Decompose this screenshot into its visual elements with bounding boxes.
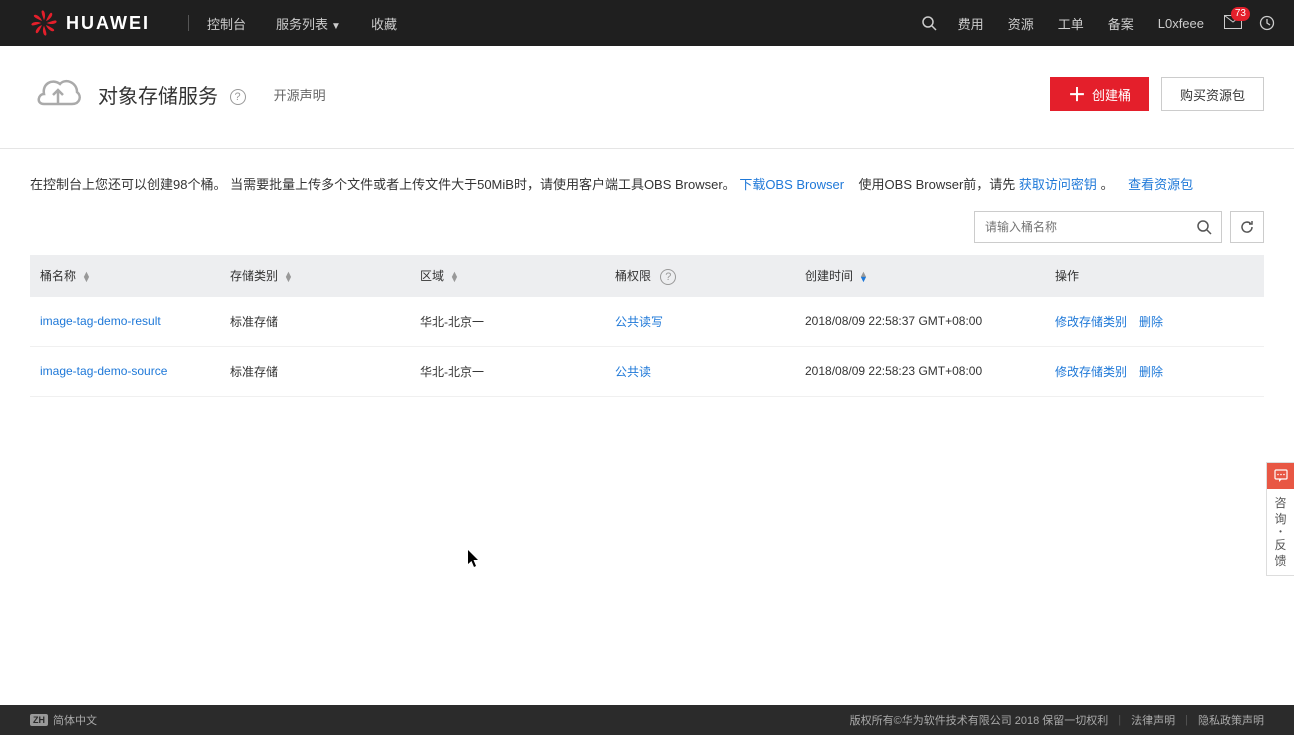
modify-class-link[interactable]: 修改存储类别 bbox=[1055, 315, 1127, 329]
cell-class: 标准存储 bbox=[220, 346, 410, 396]
nav-beian[interactable]: 备案 bbox=[1108, 14, 1134, 33]
nav-services[interactable]: 服务列表▼ bbox=[276, 14, 341, 33]
cell-class: 标准存储 bbox=[220, 297, 410, 347]
top-header: HUAWEI 控制台 服务列表▼ 收藏 费用 资源 工单 备案 L0xfeee … bbox=[0, 0, 1294, 46]
nav-user[interactable]: L0xfeee bbox=[1158, 16, 1204, 31]
nav-resource[interactable]: 资源 bbox=[1008, 14, 1034, 33]
lang-badge: ZH bbox=[30, 714, 48, 726]
search-icon bbox=[1196, 219, 1212, 235]
huawei-logo-icon bbox=[30, 9, 58, 37]
table-row: image-tag-demo-source 标准存储 华北-北京一 公共读 20… bbox=[30, 346, 1264, 396]
refresh-icon bbox=[1239, 219, 1255, 235]
cell-perm-link[interactable]: 公共读写 bbox=[615, 315, 663, 329]
feedback-icon bbox=[1267, 463, 1294, 489]
page-header: 对象存储服务 ? 开源声明 ＋ 创建桶 购买资源包 bbox=[0, 46, 1294, 149]
open-source-link[interactable]: 开源声明 bbox=[274, 85, 326, 104]
footer: ZH 简体中文 版权所有©华为软件技术有限公司 2018 保留一切权利 | 法律… bbox=[0, 705, 1294, 735]
mouse-cursor-icon bbox=[468, 550, 482, 568]
col-class[interactable]: 存储类别▲▼ bbox=[220, 255, 410, 297]
cell-region: 华北-北京一 bbox=[410, 346, 605, 396]
refresh-button[interactable] bbox=[1230, 211, 1264, 243]
bucket-name-link[interactable]: image-tag-demo-source bbox=[40, 364, 167, 378]
legal-link[interactable]: 法律声明 bbox=[1131, 712, 1175, 728]
col-created[interactable]: 创建时间▲▼ bbox=[795, 255, 1045, 297]
help-icon[interactable]: ? bbox=[230, 89, 246, 105]
info-bar: 在控制台上您还可以创建98个桶。 当需要批量上传多个文件或者上传文件大于50Mi… bbox=[0, 149, 1294, 211]
col-region[interactable]: 区域▲▼ bbox=[410, 255, 605, 297]
get-access-key-link[interactable]: 获取访问密钥 bbox=[1019, 177, 1097, 192]
cell-created: 2018/08/09 22:58:23 GMT+08:00 bbox=[795, 346, 1045, 396]
nav-console[interactable]: 控制台 bbox=[207, 14, 246, 33]
col-perm: 桶权限 ? bbox=[605, 255, 795, 297]
delete-link[interactable]: 删除 bbox=[1139, 315, 1163, 329]
chevron-down-icon: ▼ bbox=[331, 21, 341, 32]
view-packages-link[interactable]: 查看资源包 bbox=[1128, 177, 1193, 192]
search-input[interactable] bbox=[975, 220, 1187, 234]
download-browser-link[interactable]: 下载OBS Browser bbox=[739, 177, 844, 192]
search-box bbox=[974, 211, 1222, 243]
side-char: 馈 bbox=[1267, 553, 1294, 569]
side-char: 咨 bbox=[1267, 495, 1294, 511]
clock-icon[interactable] bbox=[1258, 14, 1276, 32]
search-row bbox=[0, 211, 1294, 255]
info-text-2: 当需要批量上传多个文件或者上传文件大于50MiB时，请使用客户端工具OBS Br… bbox=[230, 177, 736, 192]
table-row: image-tag-demo-result 标准存储 华北-北京一 公共读写 2… bbox=[30, 297, 1264, 347]
side-dot: • bbox=[1267, 527, 1294, 537]
side-char: 询 bbox=[1267, 511, 1294, 527]
info-text-3: 使用OBS Browser前，请先 bbox=[859, 177, 1016, 192]
buy-package-button[interactable]: 购买资源包 bbox=[1161, 77, 1264, 111]
plus-icon: ＋ bbox=[1068, 81, 1086, 107]
brand-logo[interactable]: HUAWEI bbox=[30, 9, 150, 37]
mail-button[interactable]: 73 bbox=[1224, 15, 1242, 32]
bucket-table: 桶名称▲▼ 存储类别▲▼ 区域▲▼ 桶权限 ? 创建时间▲▼ 操作 image-… bbox=[0, 255, 1294, 397]
info-text-4: 。 bbox=[1101, 177, 1114, 192]
page-title: 对象存储服务 ? bbox=[98, 80, 246, 109]
info-text-1: 在控制台上您还可以创建98个桶。 bbox=[30, 177, 226, 192]
col-name[interactable]: 桶名称▲▼ bbox=[30, 255, 220, 297]
privacy-link[interactable]: 隐私政策声明 bbox=[1198, 712, 1264, 728]
divider bbox=[188, 15, 189, 31]
notification-badge: 73 bbox=[1231, 7, 1250, 21]
lang-selector[interactable]: 简体中文 bbox=[53, 712, 97, 728]
copyright: 版权所有©华为软件技术有限公司 2018 保留一切权利 bbox=[850, 712, 1109, 728]
nav-services-label: 服务列表 bbox=[276, 17, 328, 32]
brand-text: HUAWEI bbox=[66, 13, 150, 34]
cell-created: 2018/08/09 22:58:37 GMT+08:00 bbox=[795, 297, 1045, 347]
help-icon[interactable]: ? bbox=[660, 269, 676, 285]
nav-fee[interactable]: 费用 bbox=[958, 14, 984, 33]
cloud-upload-icon bbox=[30, 66, 86, 122]
nav-favorites[interactable]: 收藏 bbox=[371, 14, 397, 33]
search-icon[interactable] bbox=[920, 14, 938, 32]
bucket-name-link[interactable]: image-tag-demo-result bbox=[40, 314, 161, 328]
delete-link[interactable]: 删除 bbox=[1139, 365, 1163, 379]
create-bucket-button[interactable]: ＋ 创建桶 bbox=[1050, 77, 1149, 111]
cell-region: 华北-北京一 bbox=[410, 297, 605, 347]
cell-perm-link[interactable]: 公共读 bbox=[615, 365, 651, 379]
feedback-tab[interactable]: 咨 询 • 反 馈 bbox=[1266, 462, 1294, 576]
table-header-row: 桶名称▲▼ 存储类别▲▼ 区域▲▼ 桶权限 ? 创建时间▲▼ 操作 bbox=[30, 255, 1264, 297]
create-button-label: 创建桶 bbox=[1092, 85, 1131, 104]
page-title-text: 对象存储服务 bbox=[98, 86, 218, 108]
modify-class-link[interactable]: 修改存储类别 bbox=[1055, 365, 1127, 379]
side-char: 反 bbox=[1267, 537, 1294, 553]
search-button[interactable] bbox=[1187, 212, 1221, 242]
col-op: 操作 bbox=[1045, 255, 1264, 297]
nav-ticket[interactable]: 工单 bbox=[1058, 14, 1084, 33]
